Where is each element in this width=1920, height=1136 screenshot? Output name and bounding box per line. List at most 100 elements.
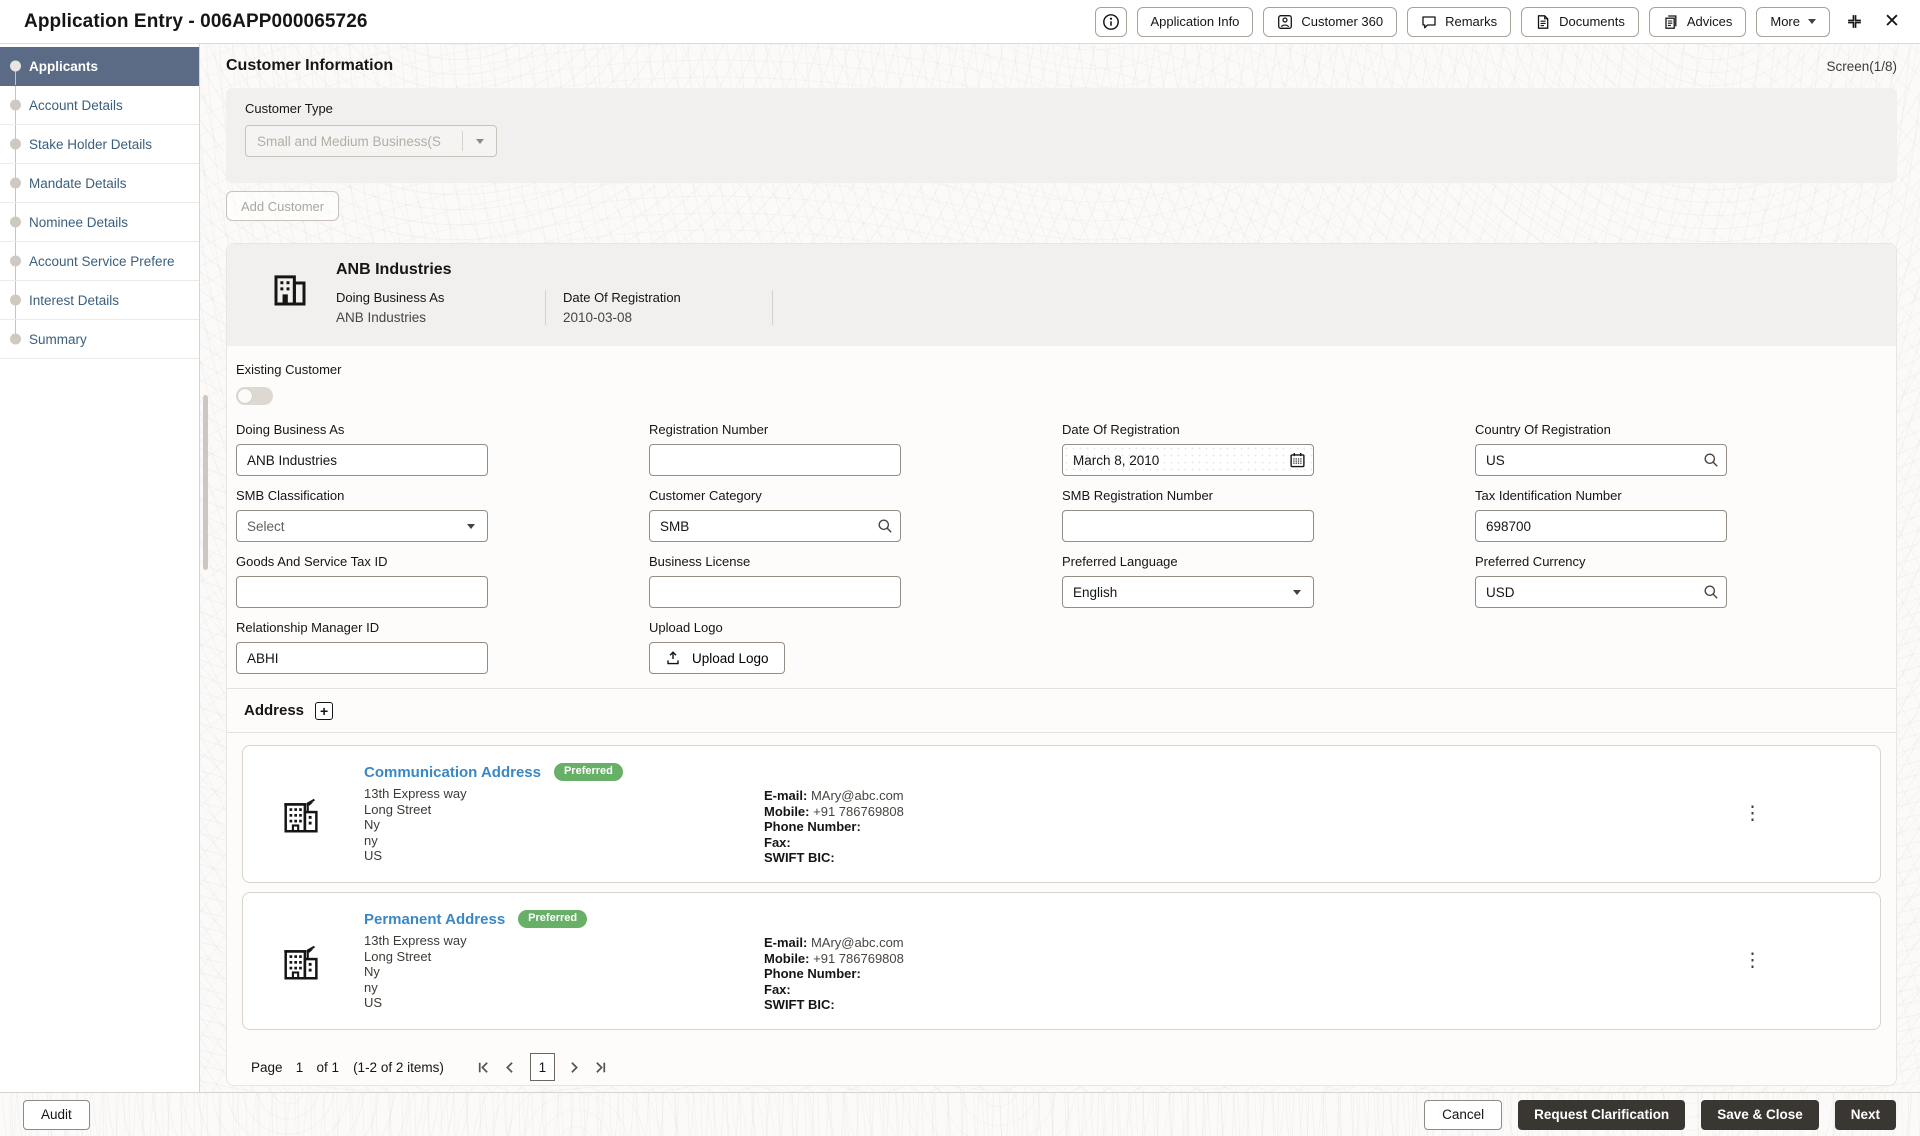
- stepper-sidebar: Applicants Account Details Stake Holder …: [0, 44, 200, 1092]
- chevron-down-icon: [1808, 19, 1816, 24]
- chevron-down-icon: [1293, 590, 1301, 595]
- info-icon: [1102, 13, 1120, 31]
- close-icon: ✕: [1884, 12, 1900, 31]
- field-tax-identification-number: Tax Identification Number: [1475, 488, 1888, 542]
- address-lines: 13th Express way Long Street Ny ny US: [364, 786, 764, 864]
- section-header: Customer Information Screen(1/8): [226, 44, 1897, 88]
- first-page-button[interactable]: [472, 1054, 498, 1080]
- page-number-input[interactable]: [283, 1054, 317, 1080]
- step-dot: [10, 217, 21, 228]
- screen-indicator: Screen(1/8): [1826, 59, 1897, 74]
- calendar-icon[interactable]: [1289, 452, 1306, 469]
- page-of-text: of 1: [317, 1060, 340, 1075]
- remarks-button[interactable]: Remarks: [1407, 7, 1511, 37]
- current-page-indicator[interactable]: 1: [530, 1053, 555, 1081]
- address-card-permanent: Permanent Address Preferred 13th Express…: [242, 892, 1881, 1030]
- upload-icon: [665, 650, 681, 666]
- country-of-registration-input[interactable]: [1475, 444, 1727, 476]
- search-icon[interactable]: [1703, 452, 1719, 468]
- add-address-button[interactable]: +: [315, 702, 333, 720]
- preferred-currency-input[interactable]: [1475, 576, 1727, 608]
- audit-button[interactable]: Audit: [23, 1100, 90, 1130]
- address-title-link[interactable]: Permanent Address: [364, 911, 505, 928]
- chat-bubble-icon: [1421, 14, 1437, 30]
- documents-button[interactable]: Documents: [1521, 7, 1639, 37]
- field-country-of-registration: Country Of Registration: [1475, 422, 1888, 476]
- field-doing-business-as: Doing Business As: [236, 422, 649, 476]
- footer-action-bar: Audit Cancel Request Clarification Save …: [0, 1092, 1920, 1136]
- sidebar-item-nominee-details[interactable]: Nominee Details: [0, 203, 199, 242]
- field-customer-category: Customer Category: [649, 488, 1062, 542]
- business-license-input[interactable]: [649, 576, 901, 608]
- application-info-button[interactable]: Application Info: [1137, 7, 1254, 37]
- building-antenna-icon: [279, 791, 325, 837]
- customer-type-panel: Customer Type Small and Medium Business(…: [226, 88, 1897, 183]
- smb-classification-select[interactable]: Select: [236, 510, 488, 542]
- step-dot: [10, 139, 21, 150]
- application-entry-window: Application Entry - 006APP000065726 Appl…: [0, 0, 1920, 1136]
- info-button[interactable]: [1095, 7, 1127, 37]
- preferred-language-select[interactable]: English: [1062, 576, 1314, 608]
- search-icon[interactable]: [877, 518, 893, 534]
- relationship-manager-id-input[interactable]: [236, 642, 488, 674]
- field-relationship-manager-id: Relationship Manager ID: [236, 620, 649, 674]
- scrollbar-thumb[interactable]: [203, 395, 208, 570]
- next-button[interactable]: Next: [1835, 1100, 1896, 1130]
- chevron-down-icon: [476, 139, 484, 144]
- customer-category-input[interactable]: [649, 510, 901, 542]
- person-icon: [1277, 14, 1293, 30]
- field-date-of-registration: Date Of Registration: [1062, 422, 1475, 476]
- document-icon: [1535, 14, 1551, 30]
- kebab-menu-icon[interactable]: ⋮: [1743, 950, 1762, 973]
- cancel-button[interactable]: Cancel: [1424, 1100, 1502, 1130]
- sidebar-item-interest-details[interactable]: Interest Details: [0, 281, 199, 320]
- smb-registration-number-input[interactable]: [1062, 510, 1314, 542]
- plus-icon: +: [320, 704, 328, 718]
- tax-identification-number-input[interactable]: [1475, 510, 1727, 542]
- kebab-menu-icon[interactable]: ⋮: [1743, 803, 1762, 826]
- existing-customer-toggle[interactable]: [236, 387, 273, 405]
- customer-type-select[interactable]: Small and Medium Business(S: [245, 125, 497, 157]
- next-page-button[interactable]: [561, 1054, 587, 1080]
- sidebar-item-applicants[interactable]: Applicants: [0, 47, 199, 86]
- restore-icon: [1846, 13, 1863, 30]
- page-title: Customer Information: [226, 57, 393, 75]
- more-button[interactable]: More: [1756, 7, 1830, 37]
- request-clarification-button[interactable]: Request Clarification: [1518, 1100, 1685, 1130]
- registration-number-input[interactable]: [649, 444, 901, 476]
- summary-dba: Doing Business As ANB Industries: [336, 290, 546, 325]
- upload-logo-button[interactable]: Upload Logo: [649, 642, 785, 674]
- sidebar-item-account-service-preferences[interactable]: Account Service Prefere: [0, 242, 199, 281]
- building-antenna-icon: [279, 938, 325, 984]
- previous-page-button[interactable]: [498, 1054, 524, 1080]
- toggle-knob: [238, 389, 252, 403]
- doing-business-as-input[interactable]: [236, 444, 488, 476]
- field-preferred-language: Preferred Language English: [1062, 554, 1475, 608]
- search-icon[interactable]: [1703, 584, 1719, 600]
- sidebar-item-mandate-details[interactable]: Mandate Details: [0, 164, 199, 203]
- date-of-registration-input[interactable]: [1062, 444, 1314, 476]
- customer-360-button[interactable]: Customer 360: [1263, 7, 1397, 37]
- save-and-close-button[interactable]: Save & Close: [1701, 1100, 1819, 1130]
- address-title-link[interactable]: Communication Address: [364, 764, 541, 781]
- step-dot: [10, 295, 21, 306]
- close-window-button[interactable]: ✕: [1878, 8, 1906, 36]
- existing-customer-label: Existing Customer: [236, 362, 1896, 377]
- step-dot: [10, 61, 21, 72]
- last-page-button[interactable]: [587, 1054, 613, 1080]
- step-dot: [10, 334, 21, 345]
- field-smb-registration-number: SMB Registration Number: [1062, 488, 1475, 542]
- collapse-window-button[interactable]: [1840, 8, 1868, 36]
- add-customer-button[interactable]: Add Customer: [226, 191, 339, 221]
- sidebar-item-account-details[interactable]: Account Details: [0, 86, 199, 125]
- chevron-down-icon: [467, 524, 475, 529]
- sidebar-item-summary[interactable]: Summary: [0, 320, 199, 359]
- goods-and-service-tax-id-input[interactable]: [236, 576, 488, 608]
- page-range-text: (1-2 of 2 items): [353, 1060, 444, 1075]
- titlebar: Application Entry - 006APP000065726 Appl…: [0, 0, 1920, 44]
- summary-date-of-registration: Date Of Registration 2010-03-08: [546, 290, 773, 325]
- address-pagination: Page of 1 (1-2 of 2 items) 1: [227, 1039, 1896, 1085]
- advices-button[interactable]: Advices: [1649, 7, 1747, 37]
- sidebar-item-stake-holder-details[interactable]: Stake Holder Details: [0, 125, 199, 164]
- page-label: Page: [251, 1060, 283, 1075]
